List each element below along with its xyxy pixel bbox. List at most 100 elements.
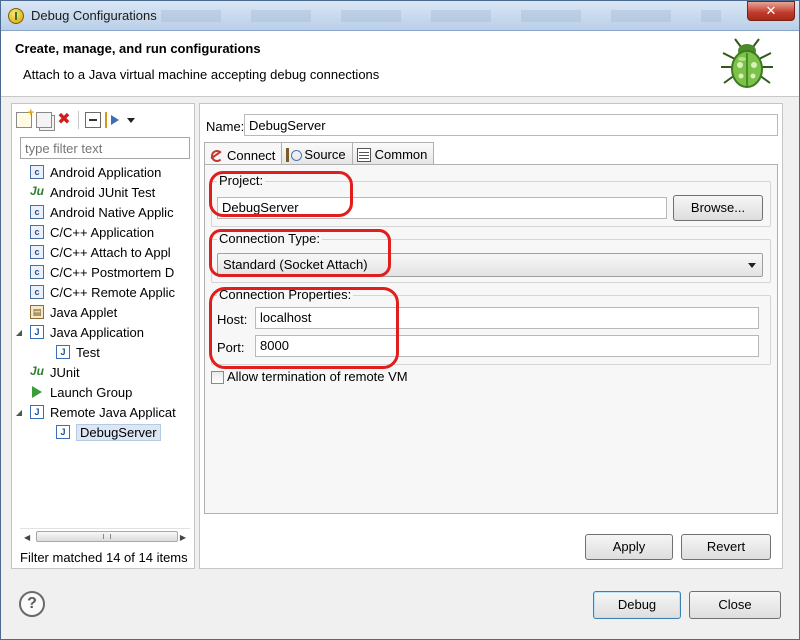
launch-config-type-icon	[32, 386, 42, 398]
c-config-type-icon: c	[30, 245, 44, 259]
tree-item[interactable]: c C/C++ Application	[30, 222, 154, 242]
help-icon[interactable]: ?	[19, 591, 45, 617]
tree-horizontal-scrollbar[interactable]: ◀ ▶	[20, 528, 190, 544]
tree-item[interactable]: J Test	[56, 342, 100, 362]
configuration-editor-panel: Name: Connect Source Common Project: Deb…	[199, 103, 783, 569]
tree-item[interactable]: Ju JUnit	[30, 362, 80, 382]
source-icon	[286, 147, 303, 162]
tree-item-label: JUnit	[50, 364, 80, 380]
host-field[interactable]: localhost	[255, 307, 759, 329]
browse-button[interactable]: Browse...	[673, 195, 763, 221]
ju-config-type-icon: Ju	[30, 184, 45, 198]
debug-configurations-window: Debug Configurations ✕ Create, manage, a…	[0, 0, 800, 640]
connection-type-value: Standard (Socket Attach)	[223, 257, 368, 272]
allow-termination-label: Allow termination of remote VM	[227, 369, 408, 384]
chevron-down-icon	[748, 263, 756, 268]
tree-item[interactable]: Ju Android JUnit Test	[30, 182, 155, 202]
close-button[interactable]: Close	[689, 591, 781, 619]
tab-connect[interactable]: Connect	[204, 142, 283, 165]
rj-config-type-icon: J	[30, 405, 44, 419]
ju-config-type-icon: Ju	[30, 364, 45, 378]
tree-item-label: Android Application	[50, 164, 162, 180]
tree-item-label: Launch Group	[50, 384, 133, 400]
c-config-type-icon: c	[30, 205, 44, 219]
tree-item[interactable]: J DebugServer	[56, 422, 161, 442]
c-config-type-icon: c	[30, 225, 44, 239]
tree-item-label: Test	[76, 344, 100, 360]
connect-tab-body: Project: DebugServer Browse... Connectio…	[204, 164, 778, 514]
scroll-left-icon[interactable]: ◀	[24, 533, 30, 542]
c-config-type-icon: c	[30, 265, 44, 279]
tab-source-label: Source	[304, 147, 346, 162]
toolbar-separator	[78, 111, 79, 129]
expand-toggle-icon[interactable]: ◢	[14, 408, 24, 417]
tree-item-label: Android Native Applic	[50, 204, 174, 220]
tab-connect-label: Connect	[227, 147, 276, 163]
eclipse-debug-icon	[8, 8, 24, 24]
port-field[interactable]: 8000	[255, 335, 759, 357]
name-label: Name:	[206, 119, 245, 134]
tree-item-label: Java Application	[50, 324, 144, 340]
debug-button[interactable]: Debug	[593, 591, 681, 619]
title-bar[interactable]: Debug Configurations ✕	[1, 1, 799, 31]
applet-config-type-icon: ▤	[30, 305, 44, 319]
tab-common-label: Common	[374, 147, 428, 162]
tree-item[interactable]: Launch Group	[30, 382, 132, 402]
tree-item-label: C/C++ Attach to Appl	[50, 244, 171, 260]
filter-icon[interactable]	[105, 112, 121, 128]
tree-item-label: C/C++ Application	[50, 224, 155, 240]
host-label: Host:	[217, 312, 248, 327]
delete-icon[interactable]: ✖	[56, 112, 72, 128]
revert-button[interactable]: Revert	[681, 534, 771, 560]
tree-item[interactable]: c Android Native Applic	[30, 202, 174, 222]
tab-common[interactable]: Common	[351, 142, 435, 164]
window-close-button[interactable]: ✕	[747, 1, 795, 21]
new-configuration-icon[interactable]	[16, 107, 34, 128]
tab-source[interactable]: Source	[281, 142, 353, 164]
j-config-type-icon: J	[56, 345, 70, 359]
connection-type-label: Connection Type:	[217, 231, 322, 246]
tree-item-label: Android JUnit Test	[50, 184, 156, 200]
filter-status: Filter matched 14 of 14 items	[20, 550, 188, 565]
debug-bug-icon	[721, 38, 773, 88]
configuration-tree: c Android Application Ju Android JUnit Test…	[12, 162, 194, 524]
dropdown-icon[interactable]	[127, 117, 135, 123]
collapse-all-icon[interactable]	[85, 112, 101, 128]
c-config-type-icon: c	[30, 285, 44, 299]
header-banner: Create, manage, and run configurations A…	[1, 31, 799, 97]
apply-button[interactable]: Apply	[585, 534, 673, 560]
expand-toggle-icon[interactable]: ◢	[14, 328, 24, 337]
configuration-list-panel: ✖ c Android Application Ju Android JUnit Te…	[11, 103, 195, 569]
tree-item[interactable]: ◢ J Remote Java Applicat	[14, 402, 176, 422]
scroll-right-icon[interactable]: ▶	[180, 533, 186, 542]
banner-description: Attach to a Java virtual machine accepti…	[23, 67, 380, 82]
allow-termination-checkbox[interactable]	[211, 371, 224, 384]
tree-item[interactable]: c C/C++ Attach to Appl	[30, 242, 171, 262]
rj-config-type-icon: J	[56, 425, 70, 439]
connect-icon	[209, 148, 223, 162]
tree-item-label: C/C++ Postmortem D	[50, 264, 175, 280]
c-config-type-icon: c	[30, 165, 44, 179]
tree-item[interactable]: c Android Application	[30, 162, 161, 182]
project-field[interactable]: DebugServer	[217, 197, 667, 219]
tree-item-label: C/C++ Remote Applic	[50, 284, 176, 300]
tree-item-label: Java Applet	[50, 304, 118, 320]
filter-input[interactable]	[20, 137, 190, 159]
tree-item[interactable]: c C/C++ Remote Applic	[30, 282, 175, 302]
banner-heading: Create, manage, and run configurations	[15, 41, 261, 56]
j-config-type-icon: J	[30, 325, 44, 339]
name-input[interactable]	[244, 114, 778, 136]
configuration-toolbar: ✖	[16, 107, 135, 132]
connection-properties-label: Connection Properties:	[217, 287, 354, 302]
connection-type-select[interactable]: Standard (Socket Attach)	[217, 253, 763, 277]
duplicate-icon[interactable]	[36, 112, 52, 128]
tree-item[interactable]: c C/C++ Postmortem D	[30, 262, 174, 282]
common-icon	[356, 147, 371, 162]
project-label: Project:	[217, 173, 266, 188]
blurred-background-tabs	[161, 10, 721, 22]
window-title: Debug Configurations	[31, 8, 157, 23]
tree-item[interactable]: ◢ J Java Application	[14, 322, 144, 342]
tree-item-label: DebugServer	[76, 423, 161, 441]
tree-item[interactable]: ▤ Java Applet	[30, 302, 117, 322]
scrollbar-thumb[interactable]	[36, 531, 178, 542]
